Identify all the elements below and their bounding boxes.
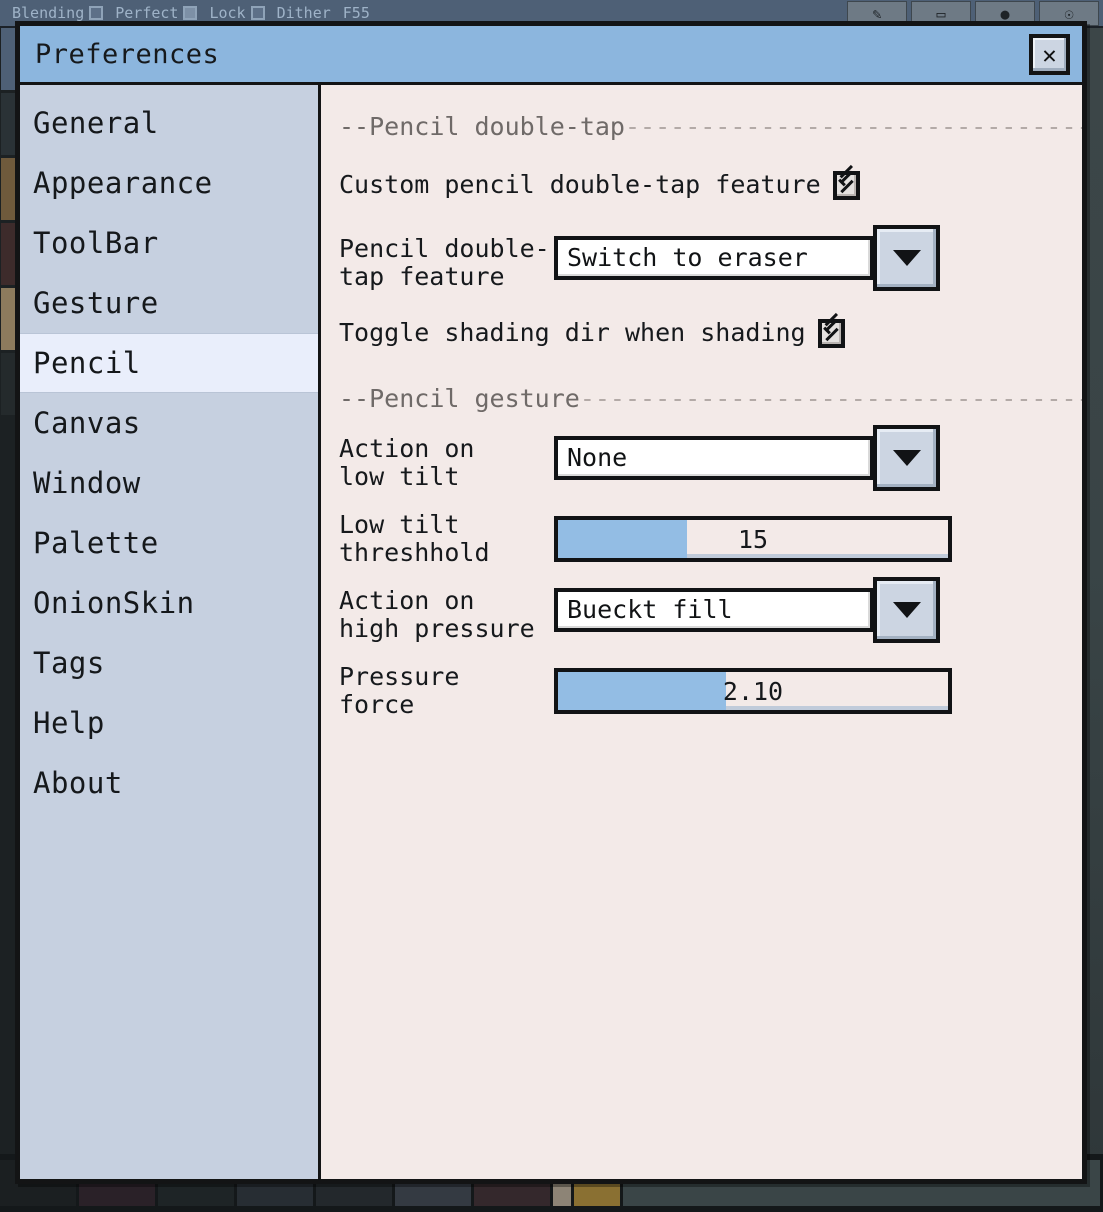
sidebar-item-about[interactable]: About	[20, 753, 318, 813]
pressure-force-slider[interactable]: 2.10	[554, 668, 952, 714]
custom-double-tap-label: Custom pencil double-tap feature	[339, 171, 821, 199]
action-low-tilt-label: Action on low tilt	[339, 435, 554, 491]
double-tap-feature-label: Pencil double- tap feature	[339, 235, 554, 291]
action-high-pressure-dropdown[interactable]: Bueckt fill	[554, 588, 940, 643]
sidebar-item-label: Gesture	[33, 286, 159, 320]
dialog-title: Preferences	[35, 39, 219, 70]
section-title: Pencil double-tap	[369, 112, 625, 141]
section-prefix: --	[339, 112, 369, 141]
row-custom-double-tap: Custom pencil double-tap feature	[339, 163, 1082, 207]
sidebar-item-toolbar[interactable]: ToolBar	[20, 213, 318, 273]
action-high-pressure-label: Action on high pressure	[339, 587, 554, 643]
dialog-titlebar[interactable]: Preferences ✕	[20, 26, 1082, 85]
sidebar-item-onionskin[interactable]: OnionSkin	[20, 573, 318, 633]
toolbar-option-label: Lock	[209, 4, 245, 22]
row-action-low-tilt: Action on low tilt None	[339, 435, 1082, 491]
toolbar-option-f55[interactable]: F55	[343, 4, 370, 22]
section-title: Pencil gesture	[369, 384, 580, 413]
sidebar-item-pencil[interactable]: Pencil	[20, 333, 318, 393]
action-low-tilt-dropdown-button[interactable]	[873, 425, 940, 491]
chevron-down-icon	[893, 450, 921, 466]
checkbox-icon[interactable]	[89, 6, 103, 20]
sidebar-item-tags[interactable]: Tags	[20, 633, 318, 693]
low-tilt-threshhold-label: Low tilt threshhold	[339, 511, 554, 567]
toolbar-option-lock[interactable]: Lock	[209, 4, 264, 22]
low-tilt-threshhold-slider[interactable]: 15	[554, 516, 952, 562]
sidebar-item-label: Canvas	[33, 406, 141, 440]
toggle-shading-checkbox[interactable]	[818, 319, 845, 348]
sidebar-item-label: Palette	[33, 526, 159, 560]
toolbar-option-label: F55	[343, 4, 370, 22]
section-prefix: --	[339, 384, 369, 413]
close-icon: ✕	[1042, 43, 1056, 67]
double-tap-feature-value[interactable]: Switch to eraser	[554, 236, 874, 280]
row-pressure-force: Pressure force 2.10	[339, 663, 1082, 719]
sidebar-item-label: General	[33, 106, 159, 140]
action-low-tilt-dropdown[interactable]: None	[554, 436, 940, 491]
pressure-force-value: 2.10	[558, 672, 948, 710]
sidebar-item-palette[interactable]: Palette	[20, 513, 318, 573]
sidebar-item-label: Help	[33, 706, 105, 740]
sidebar-item-help[interactable]: Help	[20, 693, 318, 753]
toolbar-option-label: Blending	[12, 4, 84, 22]
action-low-tilt-value[interactable]: None	[554, 436, 874, 480]
row-low-tilt-threshhold: Low tilt threshhold 15	[339, 511, 1082, 567]
section-header-pencil-double-tap: -- Pencil double-tap -------------------…	[339, 111, 1082, 141]
section-rule: -------------------------------	[625, 112, 1082, 141]
pressure-force-label: Pressure force	[339, 663, 554, 719]
sidebar-item-label: Window	[33, 466, 141, 500]
row-toggle-shading: Toggle shading dir when shading	[339, 311, 1082, 355]
sidebar-item-label: About	[33, 766, 123, 800]
sidebar-item-general[interactable]: General	[20, 93, 318, 153]
checkbox-icon[interactable]	[251, 6, 265, 20]
low-tilt-threshhold-value: 15	[558, 520, 948, 558]
toolbar-option-blending[interactable]: Blending	[12, 4, 103, 22]
sidebar-item-appearance[interactable]: Appearance	[20, 153, 318, 213]
sidebar-item-label: ToolBar	[33, 226, 159, 260]
toolbar-option-label: Dither	[277, 4, 331, 22]
sidebar-item-label: Tags	[33, 646, 105, 680]
toolbar-option-perfect[interactable]: Perfect	[115, 4, 197, 22]
sidebar: General Appearance ToolBar Gesture Penci…	[20, 85, 321, 1179]
toolbar-option-label: Perfect	[115, 4, 178, 22]
sidebar-item-label: Appearance	[33, 166, 213, 200]
sidebar-item-label: Pencil	[33, 346, 141, 380]
dialog-body: General Appearance ToolBar Gesture Penci…	[20, 85, 1082, 1179]
toggle-shading-label: Toggle shading dir when shading	[339, 319, 806, 347]
settings-panel: -- Pencil double-tap -------------------…	[321, 85, 1082, 1179]
preferences-dialog: Preferences ✕ General Appearance ToolBar…	[15, 21, 1087, 1184]
sidebar-item-window[interactable]: Window	[20, 453, 318, 513]
action-high-pressure-dropdown-button[interactable]	[873, 577, 940, 643]
checkbox-icon[interactable]	[183, 6, 197, 20]
sidebar-item-canvas[interactable]: Canvas	[20, 393, 318, 453]
custom-double-tap-checkbox[interactable]	[833, 171, 860, 200]
chevron-down-icon	[893, 602, 921, 618]
section-header-pencil-gesture: -- Pencil gesture ----------------------…	[339, 383, 1082, 413]
chevron-down-icon	[893, 250, 921, 266]
double-tap-feature-dropdown[interactable]: Switch to eraser	[554, 236, 940, 291]
sidebar-item-gesture[interactable]: Gesture	[20, 273, 318, 333]
double-tap-feature-dropdown-button[interactable]	[873, 225, 940, 291]
row-action-high-pressure: Action on high pressure Bueckt fill	[339, 587, 1082, 643]
toolbar-option-dither[interactable]: Dither	[277, 4, 331, 22]
row-double-tap-feature: Pencil double- tap feature Switch to era…	[339, 235, 1082, 291]
close-button[interactable]: ✕	[1029, 34, 1070, 75]
sidebar-item-label: OnionSkin	[33, 586, 195, 620]
action-high-pressure-value[interactable]: Bueckt fill	[554, 588, 874, 632]
section-rule: ------------------------------------	[580, 384, 1082, 413]
